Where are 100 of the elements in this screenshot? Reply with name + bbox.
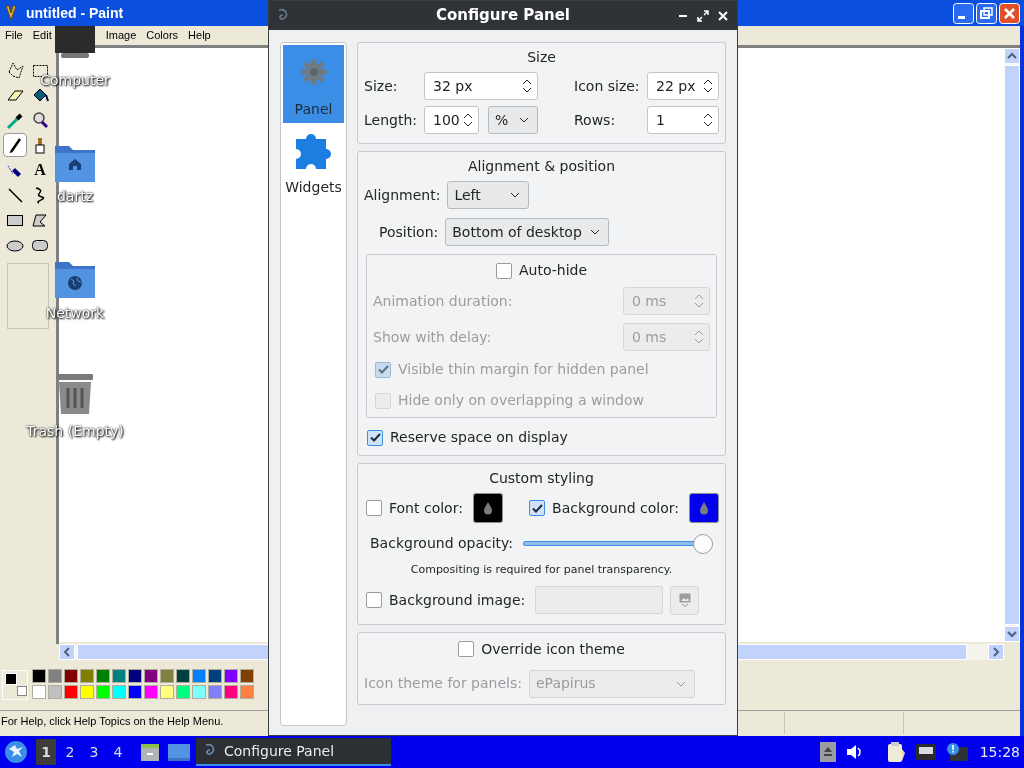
- clock-text: 15:28: [979, 742, 1020, 762]
- slider-track[interactable]: [523, 533, 714, 554]
- dropdown[interactable]: %: [488, 106, 538, 134]
- desktop-switch-button[interactable]: 3: [84, 739, 104, 765]
- show-desktop-icon[interactable]: [168, 743, 190, 761]
- up-down-arrows-icon: [693, 293, 705, 309]
- color-selector[interactable]: [2, 670, 28, 700]
- palette-swatch[interactable]: [144, 669, 158, 683]
- image-path-field[interactable]: [535, 586, 664, 614]
- menu-item[interactable]: Colors: [143, 26, 182, 44]
- trash-icon[interactable]: [55, 372, 95, 416]
- info-text: Compositing is required for panel transparency.: [409, 562, 674, 578]
- palette-swatch[interactable]: [32, 685, 46, 699]
- desktop-icon-label[interactable]: Network: [10, 303, 140, 324]
- computer-icon[interactable]: [55, 26, 95, 60]
- image-icon: [678, 593, 691, 607]
- palette-swatch[interactable]: [224, 685, 238, 699]
- palette-swatch[interactable]: [160, 685, 174, 699]
- clipboard-icon[interactable]: [885, 741, 906, 763]
- palette-swatch[interactable]: [32, 669, 46, 683]
- minimize-button[interactable]: [953, 2, 974, 24]
- palette-swatch[interactable]: [128, 669, 142, 683]
- checkbox[interactable]: [366, 500, 382, 516]
- palette-swatch[interactable]: [112, 685, 126, 699]
- volume-icon[interactable]: [845, 744, 862, 760]
- checkbox-label[interactable]: Reserve space on display: [390, 427, 568, 448]
- slider-thumb[interactable]: [693, 533, 714, 554]
- palette-swatch[interactable]: [96, 669, 110, 683]
- checkmark-icon: [369, 433, 381, 442]
- palette-swatch[interactable]: [144, 685, 158, 699]
- dropdown[interactable]: Bottom of desktop: [445, 218, 610, 246]
- menu-item[interactable]: File: [2, 26, 26, 44]
- page-list-item[interactable]: Panel: [283, 45, 344, 123]
- palette-swatch[interactable]: [192, 685, 206, 699]
- dropdown[interactable]: Left: [447, 181, 530, 209]
- checkbox-label[interactable]: Background image:: [389, 589, 526, 611]
- browse-button[interactable]: [670, 585, 700, 615]
- checkbox-label[interactable]: Background color:: [552, 497, 679, 519]
- window-title: untitled - Paint: [26, 3, 124, 23]
- checkbox[interactable]: [367, 429, 383, 446]
- checkbox[interactable]: [458, 641, 475, 657]
- up-down-arrows-icon: [521, 78, 533, 94]
- spin-box[interactable]: 100: [424, 106, 479, 134]
- palette-swatch[interactable]: [176, 669, 190, 683]
- desktop-icon-label[interactable]: dartz: [10, 186, 140, 207]
- network-port-icon[interactable]: [915, 743, 936, 761]
- checkbox[interactable]: [495, 262, 512, 279]
- palette-swatch[interactable]: [64, 685, 78, 699]
- checkbox-label[interactable]: Auto-hide: [518, 260, 588, 281]
- drop-icon: [482, 501, 493, 515]
- taskbar-task-button[interactable]: Configure Panel: [196, 738, 391, 766]
- spin-box[interactable]: 32 px: [424, 72, 538, 100]
- menu-item[interactable]: Image: [102, 26, 140, 44]
- spin-box[interactable]: 1: [647, 106, 719, 134]
- free-select-icon: [5, 60, 25, 80]
- page-list-item[interactable]: Widgets: [283, 123, 344, 201]
- palette-swatch[interactable]: [48, 685, 62, 699]
- palette-swatch[interactable]: [176, 685, 190, 699]
- eject-icon[interactable]: [819, 742, 836, 762]
- palette-swatch[interactable]: [80, 669, 94, 683]
- checkbox-label[interactable]: Override icon theme: [481, 638, 625, 660]
- start-menu-icon[interactable]: [4, 740, 28, 764]
- close-button[interactable]: [999, 2, 1020, 24]
- menu-item[interactable]: Edit: [29, 26, 55, 44]
- checkbox[interactable]: [529, 500, 546, 516]
- close-button[interactable]: [717, 9, 729, 22]
- palette-swatch[interactable]: [224, 669, 238, 683]
- chevron-down-icon: [510, 192, 521, 198]
- palette-swatch[interactable]: [240, 685, 254, 699]
- checkbox[interactable]: [366, 592, 382, 608]
- palette-swatch[interactable]: [48, 669, 62, 683]
- palette-swatch[interactable]: [208, 669, 222, 683]
- background-color-swatch[interactable]: [17, 686, 27, 696]
- checkbox-label[interactable]: Font color:: [389, 497, 463, 519]
- desktop-switch-button[interactable]: 2: [60, 739, 80, 765]
- desktop-switch-button[interactable]: 4: [108, 739, 128, 765]
- spin-box[interactable]: 22 px: [647, 72, 719, 100]
- palette-swatch[interactable]: [128, 685, 142, 699]
- palette-swatch[interactable]: [208, 685, 222, 699]
- palette-swatch[interactable]: [96, 685, 110, 699]
- palette-swatch[interactable]: [160, 669, 174, 683]
- group-title: Alignment & position: [467, 157, 616, 176]
- notification-icon[interactable]: [945, 742, 968, 762]
- color-button[interactable]: [689, 493, 719, 523]
- text-tool[interactable]: A: [28, 158, 52, 182]
- menu-item[interactable]: Help: [185, 26, 214, 44]
- foreground-color-swatch[interactable]: [5, 673, 17, 685]
- desktop-icon-label[interactable]: Computer: [10, 70, 140, 91]
- file-cabinet-icon[interactable]: [140, 742, 160, 762]
- maximize-button[interactable]: [697, 9, 709, 22]
- palette-swatch[interactable]: [112, 669, 126, 683]
- palette-swatch[interactable]: [240, 669, 254, 683]
- palette-swatch[interactable]: [64, 669, 78, 683]
- desktop-switch-button[interactable]: 1: [36, 739, 56, 765]
- palette-swatch[interactable]: [192, 669, 206, 683]
- color-button[interactable]: [472, 493, 503, 523]
- palette-swatch[interactable]: [80, 685, 94, 699]
- desktop-icon-label[interactable]: Trash (Empty): [10, 421, 140, 442]
- restore-button[interactable]: [976, 2, 997, 24]
- pencil-tool[interactable]: [3, 133, 27, 157]
